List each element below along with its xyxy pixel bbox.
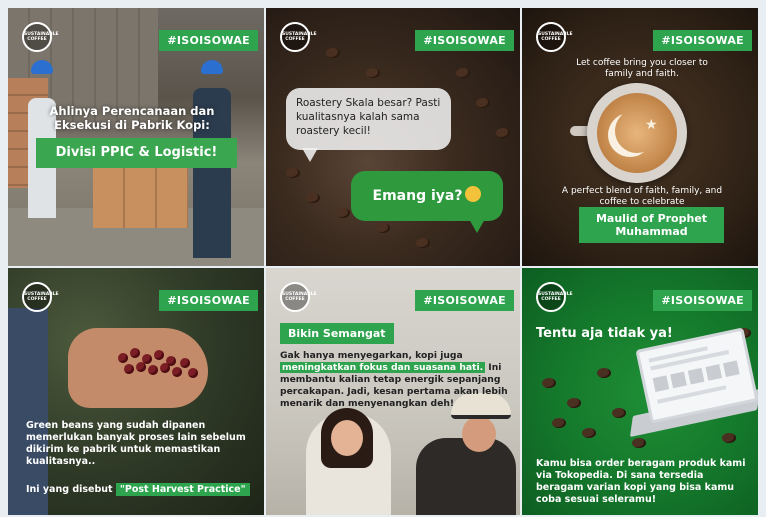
brand-logo-icon: SUSTAINABLE COFFEE — [22, 22, 59, 52]
post-tagline: Let coffee bring you closer to family an… — [576, 58, 708, 79]
body-highlight: meningkatkan fokus dan suasana hati. — [280, 362, 486, 373]
hashtag-badge: #ISOISOWAE — [653, 30, 752, 51]
brand-logo-icon: SUSTAINABLE COFFEE — [22, 282, 59, 312]
speech-bubble-question: Roastery Skala besar? Pasti kualitasnya … — [286, 88, 451, 162]
answer-text: Emang iya? — [372, 188, 463, 204]
hashtag-badge: #ISOISOWAE — [415, 30, 514, 51]
instagram-post-grid: SUSTAINABLE COFFEE #ISOISOWAE Ahlinya Pe… — [8, 8, 758, 515]
post-maulid[interactable]: SUSTAINABLE COFFEE #ISOISOWAE Let coffee… — [522, 8, 758, 266]
coffee-cup-icon: ★ — [587, 83, 687, 183]
callout-highlight: "Post Harvest Practice" — [115, 483, 250, 496]
post-heading: Tentu aja tidak ya! — [536, 326, 673, 341]
post-heading: Bikin Semangat — [280, 323, 394, 344]
post-post-harvest[interactable]: SUSTAINABLE COFFEE #ISOISOWAE Green bean… — [8, 268, 264, 515]
body-part-1: Gak hanya menyegarkan, kopi juga — [280, 350, 463, 361]
post-subtitle: A perfect blend of faith, family, and co… — [561, 186, 723, 207]
brand-logo-icon: SUSTAINABLE COFFEE — [280, 22, 317, 52]
hashtag-badge: #ISOISOWAE — [159, 290, 258, 311]
post-body: Kamu bisa order beragam produk kami via … — [536, 458, 746, 505]
hashtag-badge: #ISOISOWAE — [415, 290, 514, 311]
post-callout: Ini yang disebut "Post Harvest Practice" — [26, 483, 256, 497]
latte-art: ★ — [597, 93, 677, 173]
post-highlight-box: Maulid of Prophet Muhammad — [579, 207, 724, 243]
brand-logo-icon: SUSTAINABLE COFFEE — [536, 22, 573, 52]
post-body: Green beans yang sudah dipanen memerluka… — [26, 420, 246, 467]
brand-logo-icon: SUSTAINABLE COFFEE — [536, 282, 573, 312]
callout-prefix: Ini yang disebut — [26, 484, 113, 495]
hashtag-badge: #ISOISOWAE — [653, 290, 752, 311]
brand-logo-icon: SUSTAINABLE COFFEE — [280, 282, 317, 312]
star-icon: ★ — [645, 117, 658, 133]
man-figure — [416, 438, 516, 515]
helmet-icon — [201, 60, 223, 74]
post-highlight-box: Divisi PPIC & Logistic! — [36, 138, 237, 168]
thinking-face-emoji-icon — [465, 186, 482, 202]
speech-bubble-answer: Emang iya? — [351, 171, 503, 233]
box-line-1: Maulid of Prophet — [595, 212, 708, 225]
post-roastery[interactable]: SUSTAINABLE COFFEE #ISOISOWAE Roastery S… — [266, 8, 520, 266]
post-bikin-semangat[interactable]: SUSTAINABLE COFFEE #ISOISOWAE Bikin Sema… — [266, 268, 520, 515]
woman-face — [331, 420, 363, 456]
hashtag-badge: #ISOISOWAE — [159, 30, 258, 51]
box-line-2: Muhammad — [615, 225, 688, 238]
man-face — [462, 416, 496, 452]
post-heading: Ahlinya Perencanaan dan Eksekusi di Pabr… — [49, 104, 215, 132]
post-body: Gak hanya menyegarkan, kopi juga meningk… — [280, 350, 510, 410]
post-tokopedia[interactable]: SUSTAINABLE COFFEE #ISOISOWAE Tentu aja … — [522, 268, 758, 515]
post-ppic-logistic[interactable]: SUSTAINABLE COFFEE #ISOISOWAE Ahlinya Pe… — [8, 8, 264, 266]
pallet-boxes — [93, 168, 188, 228]
